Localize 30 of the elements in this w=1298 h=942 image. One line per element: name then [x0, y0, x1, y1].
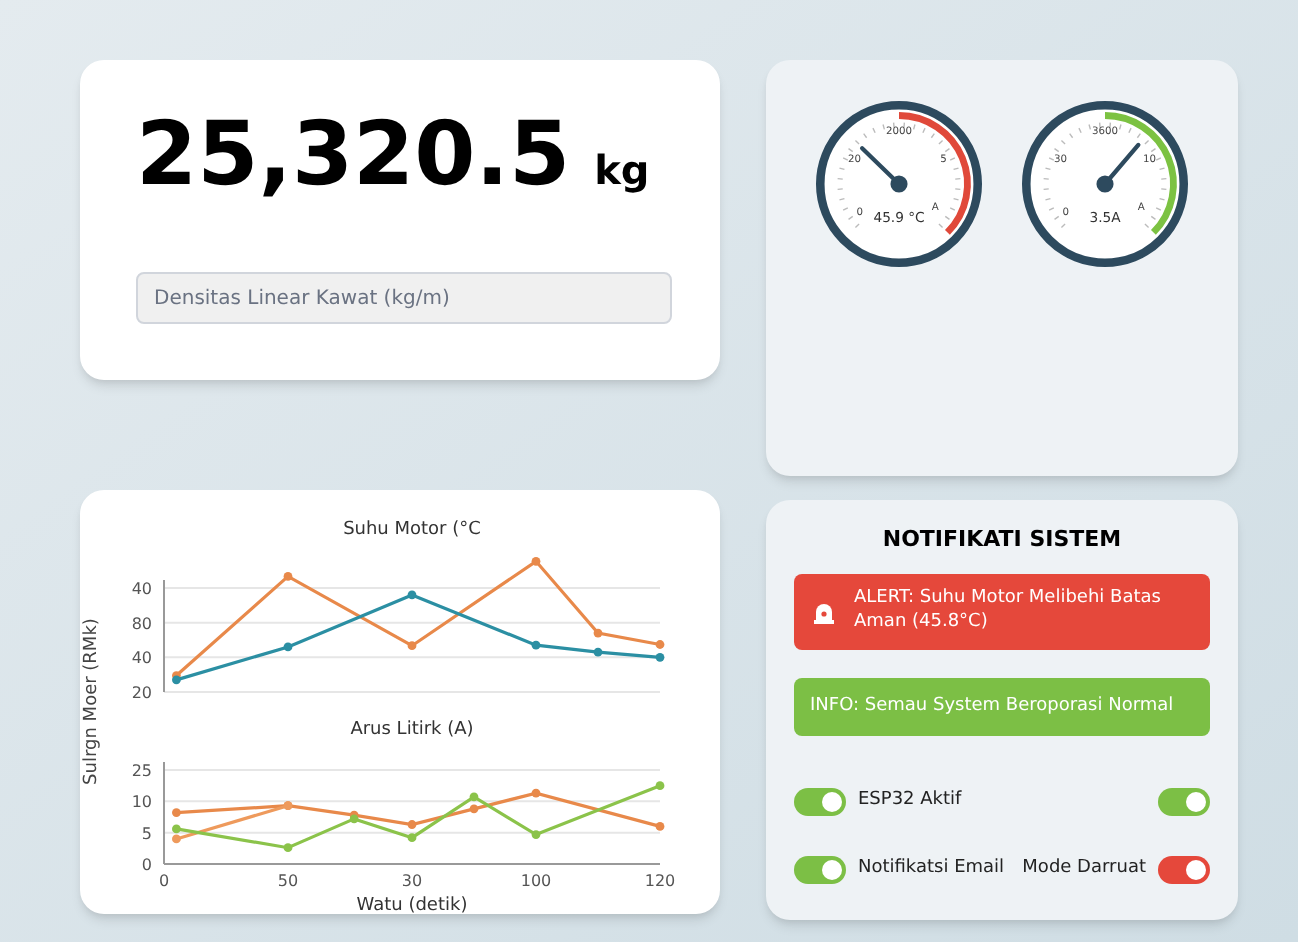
chart-title: Arus Litirk (A)	[350, 720, 474, 740]
tick-label: 100	[520, 872, 552, 890]
axis-label: Sulrgn Moer (RMk)	[80, 618, 105, 786]
tick-label: 0	[158, 872, 170, 890]
tick-label: 40	[131, 580, 152, 598]
card-title: NOTIFIKATI SISTEM	[880, 524, 1124, 556]
tick-label: 5	[141, 824, 152, 843]
tick-label: 25	[131, 762, 152, 780]
toggle-label: Mode Darruat	[1022, 856, 1146, 882]
chart-title: Suhu Motor (°C	[343, 520, 481, 540]
message-text: ALERT: Suhu Motor Melibehi Batas Aman (45.8°C)	[854, 588, 1163, 634]
toggle-switch[interactable]	[794, 855, 846, 884]
tick-label: 10	[131, 793, 152, 812]
toggle-label: ESP32 Aktif	[858, 788, 962, 814]
axis-label: Watu (detik)	[356, 896, 468, 914]
tick-label: 120	[644, 872, 676, 890]
weight-value: 25,320.5	[136, 112, 571, 200]
tick-label: 20	[131, 684, 152, 702]
toggle-switch[interactable]	[1158, 787, 1210, 816]
tick-label: 40	[131, 649, 152, 668]
toggle-label: Notifikatsi Email	[858, 856, 1005, 882]
toggle-switch[interactable]	[1158, 855, 1210, 884]
input-field[interactable]: Densitas Linear Kawat (kg/m)	[136, 272, 672, 324]
tick-label: 30	[401, 872, 423, 890]
toggle-switch[interactable]	[794, 787, 846, 816]
tick-label: 50	[277, 872, 299, 890]
tick-label: 0	[141, 856, 152, 874]
message-text: INFO: Semau System Beroporasi Normal	[810, 695, 1174, 718]
tick-label: 80	[131, 614, 152, 633]
weight-unit: kg	[594, 144, 650, 198]
